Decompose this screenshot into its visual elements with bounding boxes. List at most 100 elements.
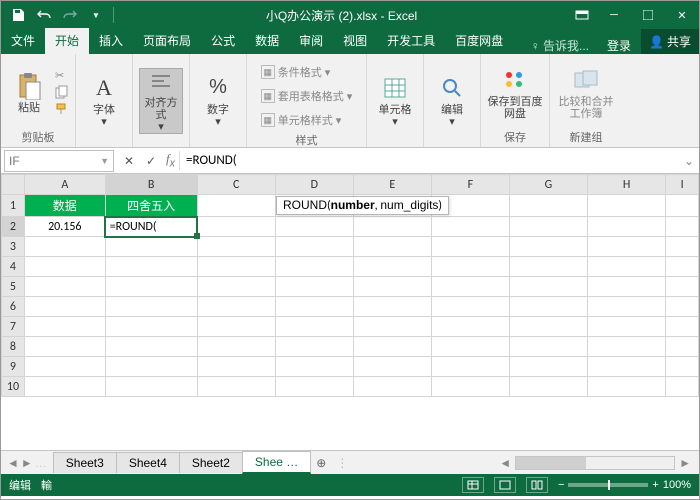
tab-file[interactable]: 文件 (1, 28, 45, 54)
cell[interactable] (666, 357, 699, 377)
cell[interactable] (353, 217, 431, 237)
maximize-icon[interactable] (631, 1, 665, 29)
cell-A2[interactable]: 20.156 (24, 217, 105, 237)
cell[interactable] (509, 195, 587, 217)
cell[interactable] (666, 297, 699, 317)
col-header-D[interactable]: D (275, 175, 353, 195)
cell[interactable] (197, 297, 275, 317)
enter-formula-icon[interactable]: ✓ (142, 152, 160, 170)
cell[interactable] (509, 217, 587, 237)
cell[interactable] (587, 337, 665, 357)
share-button[interactable]: 👤共享 (641, 29, 699, 54)
undo-icon[interactable] (33, 4, 55, 26)
cell[interactable] (353, 357, 431, 377)
cell-B2-editing[interactable]: =ROUND( (105, 217, 197, 237)
cell[interactable] (24, 257, 105, 277)
tab-dev[interactable]: 开发工具 (377, 28, 445, 54)
row-header-1[interactable]: 1 (2, 195, 25, 217)
cell[interactable] (587, 257, 665, 277)
row-header-6[interactable]: 6 (2, 297, 25, 317)
cell[interactable] (105, 357, 197, 377)
cell[interactable] (431, 337, 509, 357)
cell[interactable] (509, 337, 587, 357)
cell[interactable] (24, 317, 105, 337)
sheet-tab-active[interactable]: Shee … (242, 451, 311, 474)
cell[interactable] (431, 257, 509, 277)
minimize-icon[interactable]: ─ (597, 1, 631, 29)
fx-icon[interactable]: fx (166, 151, 180, 170)
cell[interactable] (275, 377, 353, 397)
row-header-4[interactable]: 4 (2, 257, 25, 277)
cell[interactable] (666, 337, 699, 357)
sheet-tab-sheet4[interactable]: Sheet4 (116, 452, 180, 473)
table-format-button[interactable]: ▦套用表格格式 ▾ (261, 86, 353, 106)
col-header-E[interactable]: E (353, 175, 431, 195)
zoom-out-icon[interactable]: − (558, 479, 564, 491)
tab-data[interactable]: 数据 (245, 28, 289, 54)
tab-baidu[interactable]: 百度网盘 (445, 28, 513, 54)
cell[interactable] (666, 217, 699, 237)
cell[interactable] (24, 357, 105, 377)
cell[interactable] (24, 297, 105, 317)
align-button[interactable]: 对齐方式▾ (139, 68, 183, 134)
font-button[interactable]: A 字体▾ (82, 68, 126, 134)
cell[interactable] (105, 337, 197, 357)
cell[interactable] (509, 257, 587, 277)
conditional-format-button[interactable]: ▦条件格式 ▾ (261, 62, 353, 82)
row-header-8[interactable]: 8 (2, 337, 25, 357)
cell[interactable] (275, 297, 353, 317)
new-sheet-button[interactable]: ⊕ (310, 456, 332, 470)
zoom-in-icon[interactable]: + (652, 479, 658, 491)
col-header-F[interactable]: F (431, 175, 509, 195)
cell[interactable] (105, 317, 197, 337)
cell[interactable] (587, 377, 665, 397)
cancel-formula-icon[interactable]: ✕ (120, 152, 138, 170)
cell[interactable] (275, 237, 353, 257)
paste-button[interactable]: 粘贴 (7, 60, 51, 126)
cell[interactable] (353, 297, 431, 317)
cell-B1[interactable]: 四舍五入 (105, 195, 197, 217)
cell[interactable] (509, 317, 587, 337)
col-header-H[interactable]: H (587, 175, 665, 195)
cell[interactable] (431, 297, 509, 317)
tab-insert[interactable]: 插入 (89, 28, 133, 54)
cell[interactable] (666, 317, 699, 337)
cell[interactable] (509, 277, 587, 297)
cell[interactable] (197, 195, 275, 217)
cell[interactable] (587, 357, 665, 377)
cell[interactable] (587, 195, 665, 217)
cell[interactable] (197, 237, 275, 257)
cells-button[interactable]: 单元格▾ (373, 68, 417, 134)
cell[interactable] (275, 317, 353, 337)
cell[interactable] (587, 237, 665, 257)
cell[interactable] (666, 237, 699, 257)
expand-formula-icon[interactable]: ⌄ (679, 154, 699, 168)
name-box[interactable]: IF▼ (4, 150, 114, 172)
cell[interactable] (24, 277, 105, 297)
cell[interactable] (197, 337, 275, 357)
cell[interactable] (587, 297, 665, 317)
copy-icon[interactable] (55, 85, 69, 99)
cell[interactable] (105, 237, 197, 257)
function-tooltip[interactable]: ROUND(number, num_digits) (276, 196, 449, 215)
col-header-I[interactable]: I (666, 175, 699, 195)
cell[interactable] (353, 377, 431, 397)
cell[interactable] (275, 357, 353, 377)
view-pagebreak-icon[interactable] (526, 477, 548, 493)
save-baidu-button[interactable]: 保存到百度网盘 (487, 60, 543, 126)
horizontal-scrollbar[interactable]: ◄ ► (352, 456, 699, 470)
cell[interactable] (105, 297, 197, 317)
editing-button[interactable]: 编辑▾ (430, 68, 474, 134)
cell[interactable] (275, 337, 353, 357)
cell[interactable] (509, 377, 587, 397)
save-icon[interactable] (7, 4, 29, 26)
col-header-G[interactable]: G (509, 175, 587, 195)
cell[interactable] (431, 317, 509, 337)
cell[interactable] (353, 317, 431, 337)
cell[interactable] (24, 377, 105, 397)
cell[interactable] (197, 277, 275, 297)
row-header-7[interactable]: 7 (2, 317, 25, 337)
sheet-tab-sheet3[interactable]: Sheet3 (53, 452, 117, 473)
cell[interactable] (105, 257, 197, 277)
view-layout-icon[interactable] (494, 477, 516, 493)
